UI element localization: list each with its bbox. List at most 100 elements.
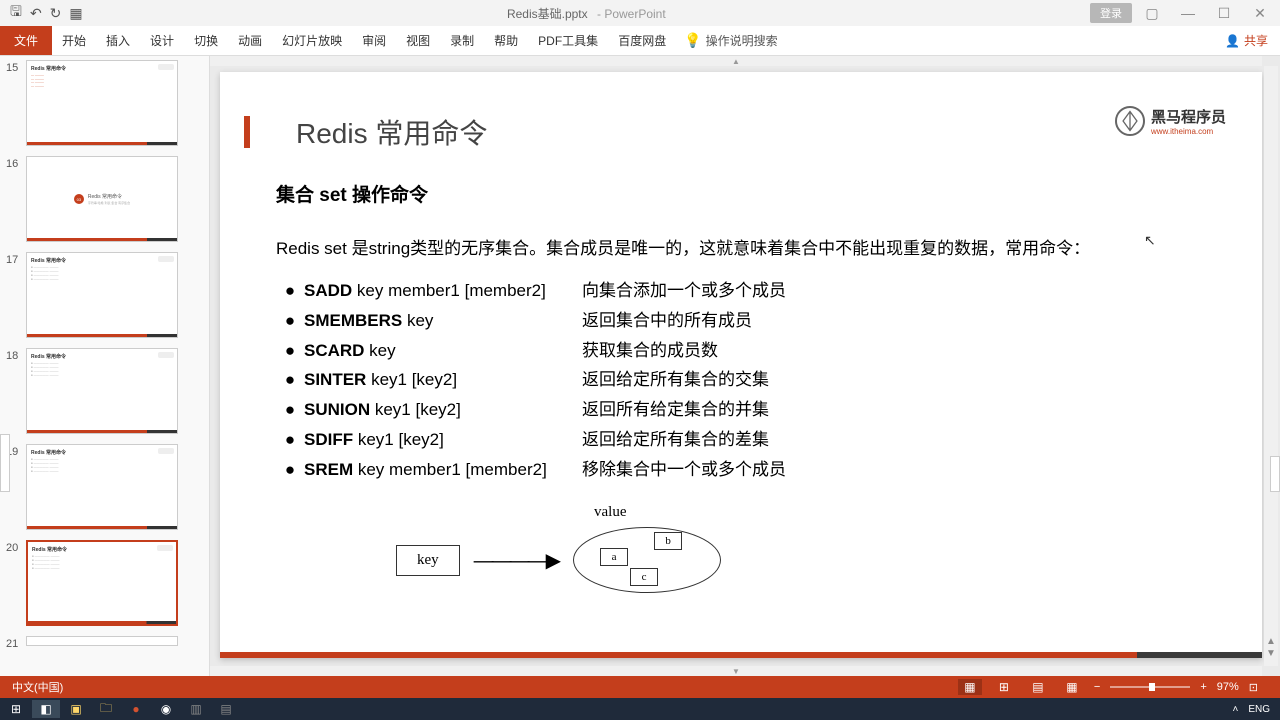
document-filename: Redis基础.pptx xyxy=(507,7,588,21)
thumb-number: 17 xyxy=(6,252,26,266)
thumbnail-17[interactable]: 17 Redis 常用命令 ● ————— ———● ————— ———● ——… xyxy=(6,252,203,338)
command-list: ●SADD key member1 [member2]向集合添加一个或多个成员 … xyxy=(276,276,1206,484)
slide-sorter-icon[interactable]: ⊞ xyxy=(992,679,1016,695)
tab-home[interactable]: 开始 xyxy=(52,26,96,55)
tab-help[interactable]: 帮助 xyxy=(484,26,528,55)
set-cell: a xyxy=(600,548,628,566)
share-button[interactable]: 👤 共享 xyxy=(1225,32,1268,49)
tab-insert[interactable]: 插入 xyxy=(96,26,140,55)
progress-fill xyxy=(220,652,1137,658)
slideshow-icon[interactable]: ▦ xyxy=(1060,679,1084,695)
vertical-scrollbar[interactable]: ▲▼ xyxy=(1264,66,1278,666)
set-diagram: value key ————▶ a b c xyxy=(396,504,1206,593)
folder-icon[interactable]: 🗀 xyxy=(92,700,120,718)
list-item: ●SMEMBERS key返回集合中的所有成员 xyxy=(276,306,1206,336)
ribbon-display-icon[interactable]: ▢ xyxy=(1136,3,1168,23)
fit-to-window-icon[interactable]: ⊡ xyxy=(1249,681,1258,694)
tab-design[interactable]: 设计 xyxy=(140,26,184,55)
thumbnail-20[interactable]: 20 Redis 常用命令 ● ————— ———● ————— ———● ——… xyxy=(6,540,203,626)
right-panel-handle[interactable] xyxy=(1270,456,1280,492)
tab-baidu[interactable]: 百度网盘 xyxy=(608,26,676,55)
panel-resize-handle[interactable] xyxy=(0,434,10,492)
zoom-percent[interactable]: 97% xyxy=(1217,681,1239,693)
undo-icon[interactable]: ↶ xyxy=(30,5,42,22)
slide-subtitle: 集合 set 操作命令 xyxy=(276,180,1206,207)
thumbnail-16[interactable]: 16 03 Redis 常用命令字符串 哈希 列表 集合 有序集合 xyxy=(6,156,203,242)
status-bar: 中文(中国) ▦ ⊞ ▤ ▦ − + 97% ⊡ xyxy=(0,676,1280,698)
chrome-icon[interactable]: ◉ xyxy=(152,700,180,718)
scroll-up-button[interactable]: ▲ xyxy=(210,56,1262,66)
zoom-slider[interactable] xyxy=(1110,686,1190,688)
file-tab[interactable]: 文件 xyxy=(0,26,52,55)
list-item: ●SCARD key获取集合的成员数 xyxy=(276,336,1206,366)
diagram-key-box: key xyxy=(396,545,460,576)
app-icon[interactable]: ▤ xyxy=(212,700,240,718)
reading-view-icon[interactable]: ▤ xyxy=(1026,679,1050,695)
thumb-number: 20 xyxy=(6,540,26,554)
quick-access-toolbar: 🖫 ↶ ↻ ▦ xyxy=(4,1,83,25)
list-item: ●SREM key member1 [member2]移除集合中一个或多个成员 xyxy=(276,455,1206,485)
save-icon[interactable]: 🖫 xyxy=(10,1,22,25)
window-title: Redis基础.pptx - PowerPoint xyxy=(507,5,666,22)
list-item: ●SUNION key1 [key2]返回所有给定集合的并集 xyxy=(276,395,1206,425)
thumb-number: 18 xyxy=(6,348,26,362)
logo-url: www.itheima.com xyxy=(1151,127,1226,136)
brand-logo: 黑马程序员 www.itheima.com xyxy=(1115,106,1226,136)
diagram-set-oval: a b c xyxy=(573,527,721,593)
ime-indicator[interactable]: ENG xyxy=(1248,704,1270,715)
logo-text: 黑马程序员 xyxy=(1151,106,1226,127)
arrow-icon: ————▶ xyxy=(474,548,559,573)
thumbnail-18[interactable]: 18 Redis 常用命令 ● ————— ———● ————— ———● ——… xyxy=(6,348,203,434)
start-from-beginning-icon[interactable]: ▦ xyxy=(69,5,82,22)
tab-review[interactable]: 审阅 xyxy=(352,26,396,55)
thumbnail-15[interactable]: 15 Redis 常用命令 — ———— ———— ———— ——— xyxy=(6,60,203,146)
slide-title: Redis 常用命令 xyxy=(296,112,1206,152)
login-button[interactable]: 登录 xyxy=(1090,3,1132,23)
list-item: ●SINTER key1 [key2]返回给定所有集合的交集 xyxy=(276,365,1206,395)
maximize-icon[interactable]: ☐ xyxy=(1208,3,1240,23)
tab-pdftools[interactable]: PDF工具集 xyxy=(528,26,608,55)
thumbnail-19[interactable]: 19 Redis 常用命令 ● ————— ———● ————— ———● ——… xyxy=(6,444,203,530)
tab-recording[interactable]: 录制 xyxy=(440,26,484,55)
thumb-number: 15 xyxy=(6,60,26,74)
tab-slideshow[interactable]: 幻灯片放映 xyxy=(272,26,352,55)
view-controls: ▦ ⊞ ▤ ▦ − + 97% ⊡ xyxy=(958,676,1268,698)
logo-icon xyxy=(1115,106,1145,136)
powerpoint-icon[interactable]: ● xyxy=(122,700,150,718)
tab-view[interactable]: 视图 xyxy=(396,26,440,55)
scroll-down-button[interactable]: ▼ xyxy=(210,666,1262,676)
tray-expand-icon[interactable]: ˄ xyxy=(1232,704,1238,715)
app-icon[interactable]: ▥ xyxy=(182,700,210,718)
file-explorer-icon[interactable]: ▣ xyxy=(62,700,90,718)
system-tray: ˄ ENG xyxy=(1232,704,1278,715)
list-item: ●SDIFF key1 [key2]返回给定所有集合的差集 xyxy=(276,425,1206,455)
language-status[interactable]: 中文(中国) xyxy=(12,679,63,695)
zoom-in-icon[interactable]: + xyxy=(1200,681,1206,693)
tab-transitions[interactable]: 切换 xyxy=(184,26,228,55)
set-cell: b xyxy=(654,532,682,550)
title-bar: 🖫 ↶ ↻ ▦ Redis基础.pptx - PowerPoint 登录 ▢ —… xyxy=(0,0,1280,26)
zoom-out-icon[interactable]: − xyxy=(1094,681,1100,693)
slide-thumbnail-panel[interactable]: 15 Redis 常用命令 — ———— ———— ———— ——— 16 03… xyxy=(0,56,210,676)
slide-editor: ▲ Redis 常用命令 黑马程序员 www.itheima.com 集合 se… xyxy=(210,56,1280,676)
start-button[interactable]: ⊞ xyxy=(2,700,30,718)
normal-view-icon[interactable]: ▦ xyxy=(958,679,982,695)
thumb-number: 21 xyxy=(6,636,26,650)
thumbnail-21[interactable]: 21 xyxy=(6,636,203,650)
app-name: - PowerPoint xyxy=(597,7,666,21)
taskview-icon[interactable]: ◧ xyxy=(32,700,60,718)
ribbon-tabs: 文件 开始 插入 设计 切换 动画 幻灯片放映 审阅 视图 录制 帮助 PDF工… xyxy=(0,26,1280,56)
search-hint-text: 操作说明搜索 xyxy=(706,32,778,49)
close-icon[interactable]: ✕ xyxy=(1244,3,1276,23)
tab-animations[interactable]: 动画 xyxy=(228,26,272,55)
slide-nav-arrows[interactable]: ▲▼ xyxy=(1264,636,1278,660)
tell-me-search[interactable]: 💡 操作说明搜索 xyxy=(684,32,777,49)
diagram-value-label: value xyxy=(594,504,1206,521)
list-item: ●SADD key member1 [member2]向集合添加一个或多个成员 xyxy=(276,276,1206,306)
lightbulb-icon: 💡 xyxy=(684,32,701,49)
window-controls: 登录 ▢ — ☐ ✕ xyxy=(1090,3,1276,23)
current-slide[interactable]: Redis 常用命令 黑马程序员 www.itheima.com 集合 set … xyxy=(220,72,1262,658)
minimize-icon[interactable]: — xyxy=(1172,3,1204,23)
set-cell: c xyxy=(630,568,658,586)
redo-icon[interactable]: ↻ xyxy=(50,5,62,22)
